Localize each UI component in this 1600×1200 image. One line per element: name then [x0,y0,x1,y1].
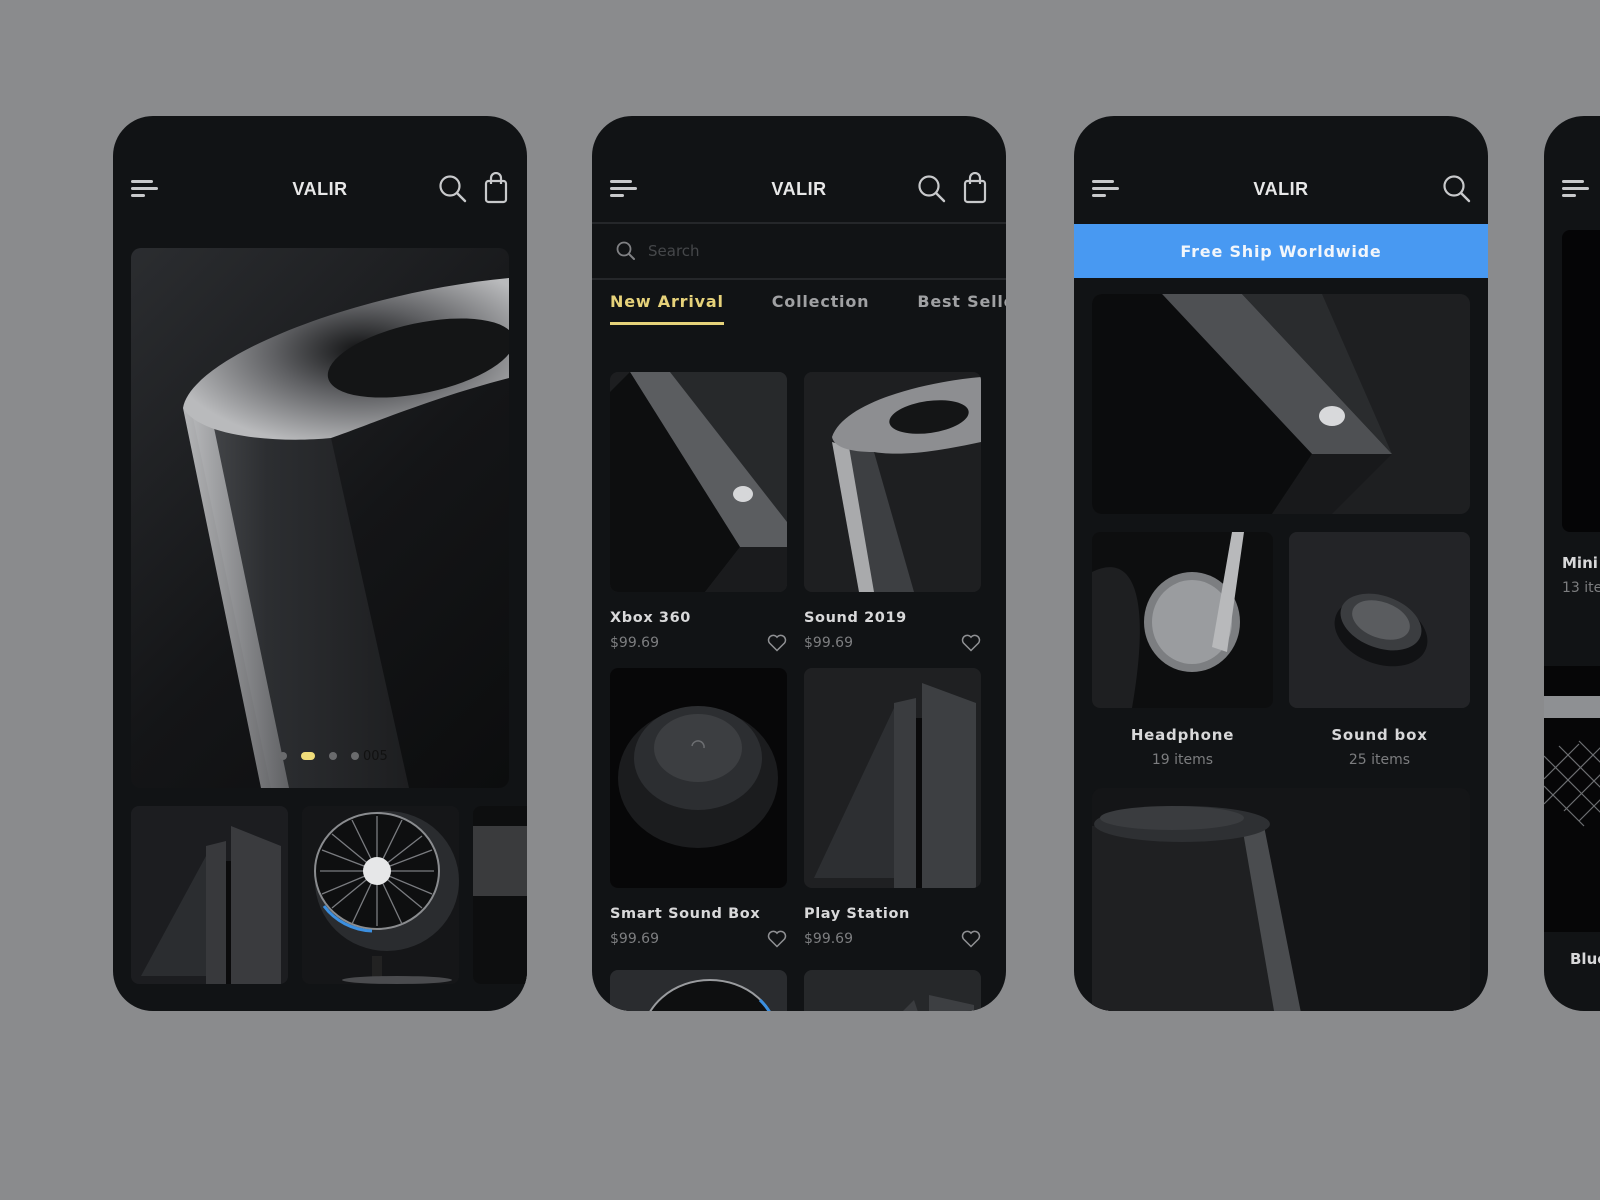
category-card-headphone[interactable]: Headphone 19 items [1092,532,1273,768]
category-count: 19 items [1151,752,1214,768]
product-name: Sound 2019 [804,610,907,626]
horn-speaker-image: 005 [183,278,509,788]
heart-icon[interactable] [767,930,787,948]
app-header: VALIR [1074,116,1488,222]
category-name: Mini [1562,554,1598,572]
product-image-console [804,970,981,1011]
carousel-dots [279,752,359,760]
category-image-mini[interactable] [1562,230,1600,532]
product-card-partial[interactable] [804,970,981,1011]
product-grid: Xbox 360 $99.69 Sound 2019 $99.69 Smart … [610,372,981,948]
tab-new-arrival[interactable]: New Arrival [610,292,724,325]
product-price: $99.69 [610,635,659,651]
product-price: $99.69 [804,931,853,947]
product-card[interactable]: Play Station $99.69 [804,668,981,948]
free-shipping-banner[interactable]: Free Ship Worldwide [1074,224,1488,278]
carousel-dot[interactable] [279,752,287,760]
product-name: Play Station [804,906,910,922]
partial-screen: Mini 13 items Blue [1544,116,1600,1011]
app-header: VALIR [113,116,527,222]
product-image-horn-speaker [804,372,981,592]
brand-logo: VALIR [1253,179,1309,199]
app-header [1544,116,1600,222]
home-screen: VALIR 005 [113,116,527,1011]
product-grid-next-row [610,970,981,1011]
category-image-blue[interactable] [1544,666,1600,932]
thumbnail-partial[interactable] [473,806,527,984]
product-image-xbox [610,372,787,592]
category-count: 25 items [1348,752,1411,768]
product-card[interactable]: Xbox 360 $99.69 [610,372,787,652]
product-card[interactable]: Sound 2019 $99.69 [804,372,981,652]
product-card[interactable]: Smart Sound Box $99.69 [610,668,787,948]
product-price: $99.69 [804,635,853,651]
thumbnail-fan[interactable] [302,806,459,984]
carousel-dot[interactable] [329,752,337,760]
category-count: 13 items [1562,580,1600,596]
search-input[interactable] [648,242,968,260]
heart-icon[interactable] [961,930,981,948]
thumbnail-strip [131,806,527,984]
category-card-sound-box[interactable]: Sound box 25 items [1289,532,1470,768]
product-image-game-console [804,668,981,888]
featured-banner-speaker[interactable] [1092,788,1470,1011]
category-name: Blue [1570,950,1600,968]
carousel-dot[interactable] [351,752,359,760]
product-image-smart-speaker [610,668,787,888]
heart-icon[interactable] [961,634,981,652]
search-icon[interactable] [1442,174,1472,204]
tab-collection[interactable]: Collection [772,292,870,325]
product-image-fan [610,970,787,1011]
featured-banner-xbox[interactable] [1092,294,1470,514]
tab-best-seller[interactable]: Best Seller [917,292,1006,325]
category-grid: Headphone 19 items Sound box 25 items [1092,532,1470,768]
search-bar[interactable] [592,224,1006,278]
product-list-screen: VALIR New Arrival Collection Best Seller [592,116,1006,1011]
category-screen: VALIR Free Ship Worldwide Headphone 19 i… [1074,116,1488,1011]
headphone-image [1092,532,1273,708]
product-name: Xbox 360 [610,610,691,626]
search-field-icon [616,241,635,260]
search-icon[interactable] [438,174,468,204]
category-name: Sound box [1331,726,1428,744]
product-price: $99.69 [610,931,659,947]
app-header: VALIR [592,116,1006,222]
search-icon[interactable] [917,174,947,204]
shopping-bag-icon[interactable] [962,172,988,204]
product-name: Smart Sound Box [610,906,761,922]
sound-box-image [1289,532,1470,708]
product-card-partial[interactable] [610,970,787,1011]
menu-icon[interactable] [1562,180,1590,200]
shopping-bag-icon[interactable] [483,172,509,204]
category-tabs: New Arrival Collection Best Seller [610,292,1006,325]
carousel-dot-active[interactable] [301,752,315,760]
category-name: Headphone [1130,726,1235,744]
carousel-counter: 005 [363,749,388,764]
thumbnail-console[interactable] [131,806,288,984]
heart-icon[interactable] [767,634,787,652]
hero-banner[interactable]: 005 [131,248,509,788]
divider [592,278,1006,280]
